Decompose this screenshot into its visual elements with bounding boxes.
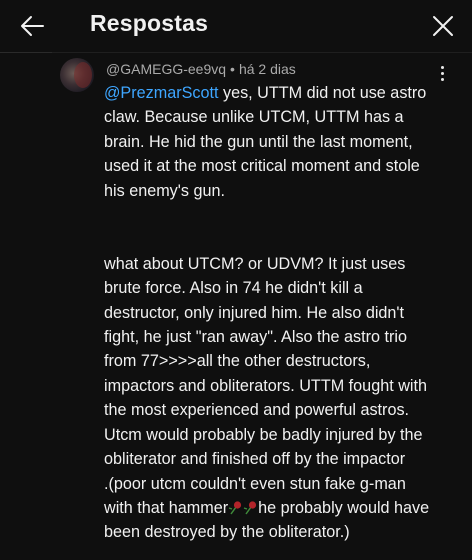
author-name[interactable]: @GAMEGG-ee9vq: [106, 61, 226, 77]
close-icon[interactable]: [430, 13, 456, 39]
comment-paragraph-1: @PrezmarScott yes, UTTM did not use astr…: [104, 81, 434, 203]
back-arrow-icon[interactable]: [18, 12, 46, 40]
comment-paragraph-3: .(poor utcm couldn't even stun fake g-ma…: [104, 472, 434, 545]
avatar[interactable]: [60, 58, 94, 92]
divider: [52, 52, 472, 53]
more-vertical-icon: [440, 66, 444, 69]
avatar-image: [74, 62, 92, 88]
mention-link[interactable]: @PrezmarScott: [104, 84, 218, 102]
comment-meta: @GAMEGG-ee9vq • há 2 dias: [106, 61, 296, 77]
wilted-rose-emoji-icon: [243, 501, 257, 515]
comment-time: há 2 dias: [238, 61, 296, 77]
page-title: Respostas: [90, 10, 209, 36]
comment-body: @PrezmarScott yes, UTTM did not use astr…: [104, 81, 434, 545]
header: Respostas: [0, 0, 472, 53]
wilted-rose-emoji-icon: [228, 501, 242, 515]
meta-separator: •: [230, 61, 235, 77]
more-options-button[interactable]: [436, 66, 448, 84]
comment-paragraph-2: what about UTCM? or UDVM? It just uses b…: [104, 254, 427, 469]
